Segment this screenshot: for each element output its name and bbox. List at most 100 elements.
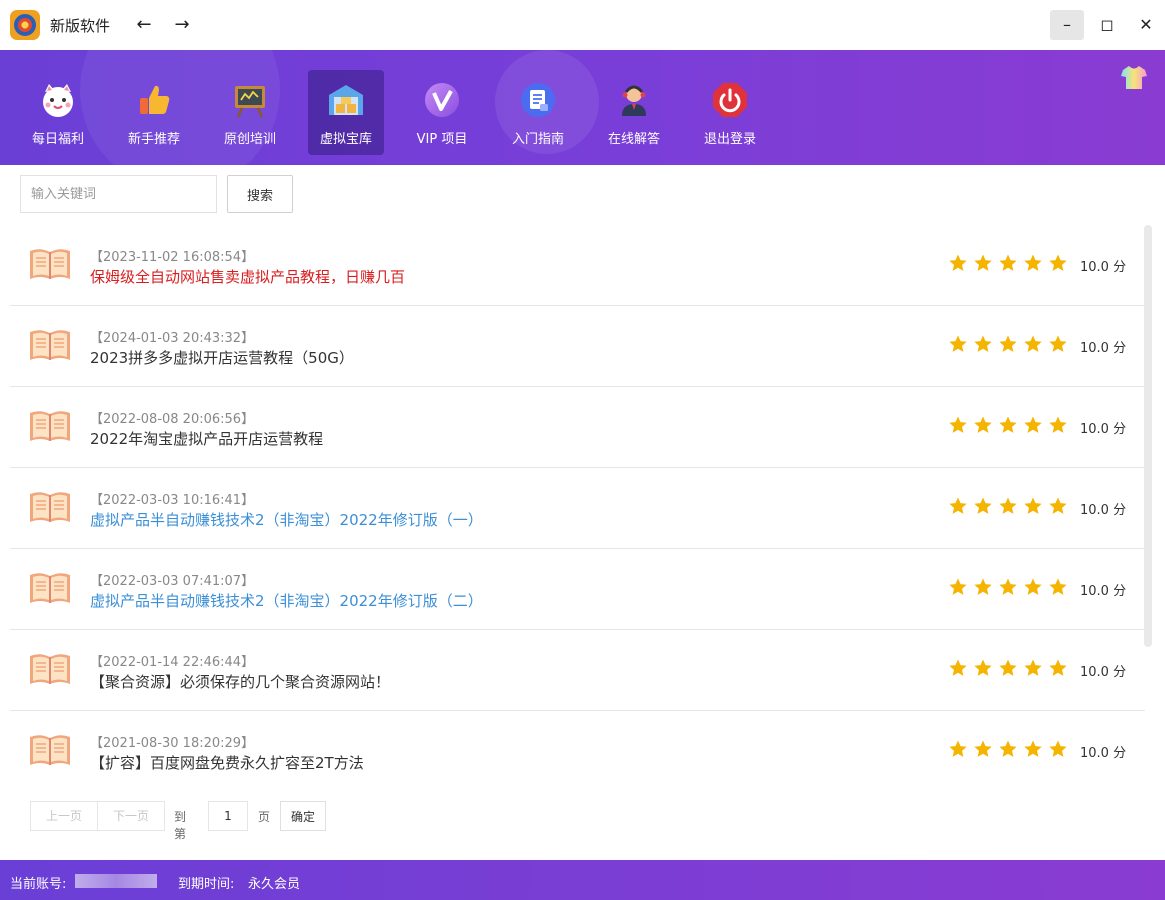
nav-item-7[interactable]: 退出登录 [692, 70, 768, 155]
item-date: 【2022-01-14 22:46:44】 [90, 655, 255, 670]
nav-item-label: 每日福利 [31, 132, 84, 147]
star-icon [998, 415, 1023, 437]
goto-label: 到第 [174, 810, 187, 841]
item-score: 10.0 分 [1080, 260, 1127, 275]
item-score: 10.0 分 [1080, 503, 1127, 518]
star-icon [973, 577, 998, 599]
search-button[interactable]: 搜索 [227, 175, 293, 213]
item-title[interactable]: 虚拟产品半自动赚钱技术2（非淘宝）2022年修订版（一） [90, 509, 483, 530]
star-icon [948, 253, 973, 275]
top-nav: 每日福利 新手推荐 原创培训 虚拟宝库 VIP 项目 入门指南 在线解答 退出登录 [0, 50, 1165, 165]
item-date: 【2022-08-08 20:06:56】 [90, 412, 255, 427]
item-title[interactable]: 【扩容】百度网盘免费永久扩容至2T方法 [90, 752, 364, 773]
next-page-button[interactable]: 下一页 [97, 801, 165, 831]
list-item[interactable]: 【2023-11-02 16:08:54】 保姆级全自动网站售卖虚拟产品教程，日赚… [10, 225, 1145, 306]
nav-item-3[interactable]: 虚拟宝库 [308, 70, 384, 155]
nav-item-label: 在线解答 [607, 132, 660, 147]
book-icon [28, 488, 72, 526]
item-score: 10.0 分 [1080, 746, 1127, 761]
account-value-redacted [75, 874, 157, 888]
page-number-input[interactable] [208, 801, 248, 831]
nav-item-5[interactable]: 入门指南 [500, 70, 576, 155]
nav-item-label: 退出登录 [703, 132, 756, 147]
star-icon [998, 739, 1023, 761]
skin-tshirt-icon[interactable] [1120, 64, 1148, 90]
star-icon [948, 415, 973, 437]
book-icon [28, 245, 72, 283]
star-icon [998, 334, 1023, 356]
nav-item-2[interactable]: 原创培训 [212, 70, 288, 155]
star-icon [973, 739, 998, 761]
star-icon [948, 739, 973, 761]
star-icon [1023, 739, 1048, 761]
book-icon [28, 650, 72, 688]
list-item[interactable]: 【2022-03-03 07:41:07】 虚拟产品半自动赚钱技术2（非淘宝）20… [10, 549, 1145, 630]
nav-item-1[interactable]: 新手推荐 [116, 70, 192, 155]
star-icon [1048, 253, 1073, 275]
rating-stars [948, 253, 1073, 275]
item-title[interactable]: 虚拟产品半自动赚钱技术2（非淘宝）2022年修订版（二） [90, 590, 483, 611]
warehouse-icon [326, 80, 366, 120]
star-icon [948, 496, 973, 518]
list-item[interactable]: 【2022-03-03 10:16:41】 虚拟产品半自动赚钱技术2（非淘宝）20… [10, 468, 1145, 549]
prev-page-button[interactable]: 上一页 [30, 801, 98, 831]
app-logo-icon [10, 10, 40, 40]
power-icon [710, 80, 750, 120]
lucky-cat-icon [38, 80, 78, 120]
resource-list: 【2023-11-02 16:08:54】 保姆级全自动网站售卖虚拟产品教程，日赚… [10, 225, 1145, 792]
star-icon [1023, 253, 1048, 275]
minimize-button[interactable]: – [1050, 10, 1084, 40]
list-item[interactable]: 【2021-08-30 18:20:29】 【扩容】百度网盘免费永久扩容至2T方法… [10, 711, 1145, 792]
item-date: 【2024-01-03 20:43:32】 [90, 331, 255, 346]
nav-item-4[interactable]: VIP 项目 [404, 70, 480, 155]
arrow-right-icon[interactable]: → [170, 12, 194, 38]
star-icon [1048, 496, 1073, 518]
item-title[interactable]: 2022年淘宝虚拟产品开店运营教程 [90, 428, 323, 449]
book-icon [28, 407, 72, 445]
star-icon [948, 334, 973, 356]
list-item[interactable]: 【2022-01-14 22:46:44】 【聚合资源】必须保存的几个聚合资源网站… [10, 630, 1145, 711]
nav-item-label: 虚拟宝库 [319, 132, 372, 147]
nav-item-6[interactable]: 在线解答 [596, 70, 672, 155]
item-title[interactable]: 2023拼多多虚拟开店运营教程（50G） [90, 347, 354, 368]
list-item[interactable]: 【2022-08-08 20:06:56】 2022年淘宝虚拟产品开店运营教程 10… [10, 387, 1145, 468]
list-item[interactable]: 【2024-01-03 20:43:32】 2023拼多多虚拟开店运营教程（50G… [10, 306, 1145, 387]
app-title: 新版软件 [50, 17, 111, 35]
star-icon [948, 658, 973, 680]
star-icon [1023, 334, 1048, 356]
star-icon [973, 334, 998, 356]
star-icon [948, 577, 973, 599]
status-bar: 当前账号: 到期时间: 永久会员 [0, 860, 1165, 900]
book-icon [28, 569, 72, 607]
search-input[interactable] [20, 175, 217, 213]
rating-stars [948, 334, 1073, 356]
rating-stars [948, 577, 1073, 599]
account-label: 当前账号: [10, 877, 67, 892]
close-button[interactable]: ✕ [1129, 10, 1163, 40]
scrollbar[interactable] [1144, 225, 1152, 647]
nav-item-0[interactable]: 每日福利 [20, 70, 96, 155]
item-score: 10.0 分 [1080, 341, 1127, 356]
item-title[interactable]: 保姆级全自动网站售卖虚拟产品教程，日赚几百 [90, 266, 405, 287]
star-icon [998, 496, 1023, 518]
expiry-label: 到期时间: [178, 877, 235, 892]
star-icon [1023, 415, 1048, 437]
goto-confirm-button[interactable]: 确定 [280, 801, 326, 831]
item-score: 10.0 分 [1080, 665, 1127, 680]
arrow-left-icon[interactable]: ← [132, 12, 156, 38]
book-icon [28, 731, 72, 769]
item-title[interactable]: 【聚合资源】必须保存的几个聚合资源网站！ [90, 671, 390, 692]
star-icon [998, 253, 1023, 275]
star-icon [973, 253, 998, 275]
star-icon [998, 658, 1023, 680]
nav-item-label: VIP 项目 [416, 132, 468, 147]
thumbs-up-icon [134, 80, 174, 120]
maximize-button[interactable]: ◻ [1090, 10, 1124, 40]
nav-item-label: 原创培训 [223, 132, 276, 147]
star-icon [1048, 415, 1073, 437]
book-icon [28, 326, 72, 364]
star-icon [1048, 577, 1073, 599]
content-panel: 搜索 【2023-11-02 16:08:54】保姆级全自动网站售卖虚拟产品教程… [10, 165, 1155, 860]
item-score: 10.0 分 [1080, 584, 1127, 599]
item-date: 【2022-03-03 10:16:41】 [90, 493, 255, 508]
